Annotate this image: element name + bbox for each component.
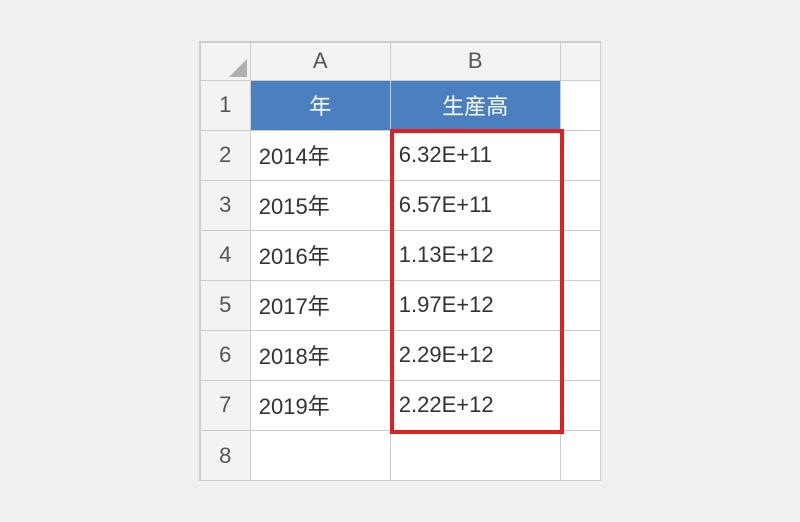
row-header-7[interactable]: 7: [200, 380, 250, 430]
cell-a2[interactable]: 2014年: [250, 130, 390, 180]
data-header-row: 1 年 生産高: [200, 80, 600, 130]
table-row: 6 2018年 2.29E+12: [200, 330, 600, 380]
select-all-triangle-icon: [229, 59, 247, 77]
cell-c7[interactable]: [560, 380, 600, 430]
cell-c3[interactable]: [560, 180, 600, 230]
table-row: 3 2015年 6.57E+11: [200, 180, 600, 230]
column-header-extra[interactable]: [560, 42, 600, 80]
cell-c2[interactable]: [560, 130, 600, 180]
row-header-3[interactable]: 3: [200, 180, 250, 230]
cell-c4[interactable]: [560, 230, 600, 280]
column-header-row: A B: [200, 42, 600, 80]
table-row: 8: [200, 430, 600, 480]
row-header-8[interactable]: 8: [200, 430, 250, 480]
cell-a4[interactable]: 2016年: [250, 230, 390, 280]
table-row: 4 2016年 1.13E+12: [200, 230, 600, 280]
table-row: 2 2014年 6.32E+11: [200, 130, 600, 180]
select-all-corner[interactable]: [200, 42, 250, 80]
cell-b8[interactable]: [390, 430, 560, 480]
cell-b3[interactable]: 6.57E+11: [390, 180, 560, 230]
cell-a3[interactable]: 2015年: [250, 180, 390, 230]
cell-c1[interactable]: [560, 80, 600, 130]
cell-c6[interactable]: [560, 330, 600, 380]
cell-b2[interactable]: 6.32E+11: [390, 130, 560, 180]
column-header-a[interactable]: A: [250, 42, 390, 80]
spreadsheet-grid: A B 1 年 生産高 2 2014年 6.32E+11 3 2015年 6.5…: [199, 41, 602, 482]
table-row: 7 2019年 2.22E+12: [200, 380, 600, 430]
column-header-b[interactable]: B: [390, 42, 560, 80]
cell-b7[interactable]: 2.22E+12: [390, 380, 560, 430]
cell-c8[interactable]: [560, 430, 600, 480]
row-header-6[interactable]: 6: [200, 330, 250, 380]
cell-b6[interactable]: 2.29E+12: [390, 330, 560, 380]
cell-a7[interactable]: 2019年: [250, 380, 390, 430]
cell-a6[interactable]: 2018年: [250, 330, 390, 380]
row-header-2[interactable]: 2: [200, 130, 250, 180]
table-row: 5 2017年 1.97E+12: [200, 280, 600, 330]
cell-b1[interactable]: 生産高: [390, 80, 560, 130]
row-header-4[interactable]: 4: [200, 230, 250, 280]
cell-a5[interactable]: 2017年: [250, 280, 390, 330]
cell-b4[interactable]: 1.13E+12: [390, 230, 560, 280]
grid-table: A B 1 年 生産高 2 2014年 6.32E+11 3 2015年 6.5…: [200, 42, 601, 481]
cell-c5[interactable]: [560, 280, 600, 330]
row-header-5[interactable]: 5: [200, 280, 250, 330]
row-header-1[interactable]: 1: [200, 80, 250, 130]
cell-a1[interactable]: 年: [250, 80, 390, 130]
cell-a8[interactable]: [250, 430, 390, 480]
cell-b5[interactable]: 1.97E+12: [390, 280, 560, 330]
